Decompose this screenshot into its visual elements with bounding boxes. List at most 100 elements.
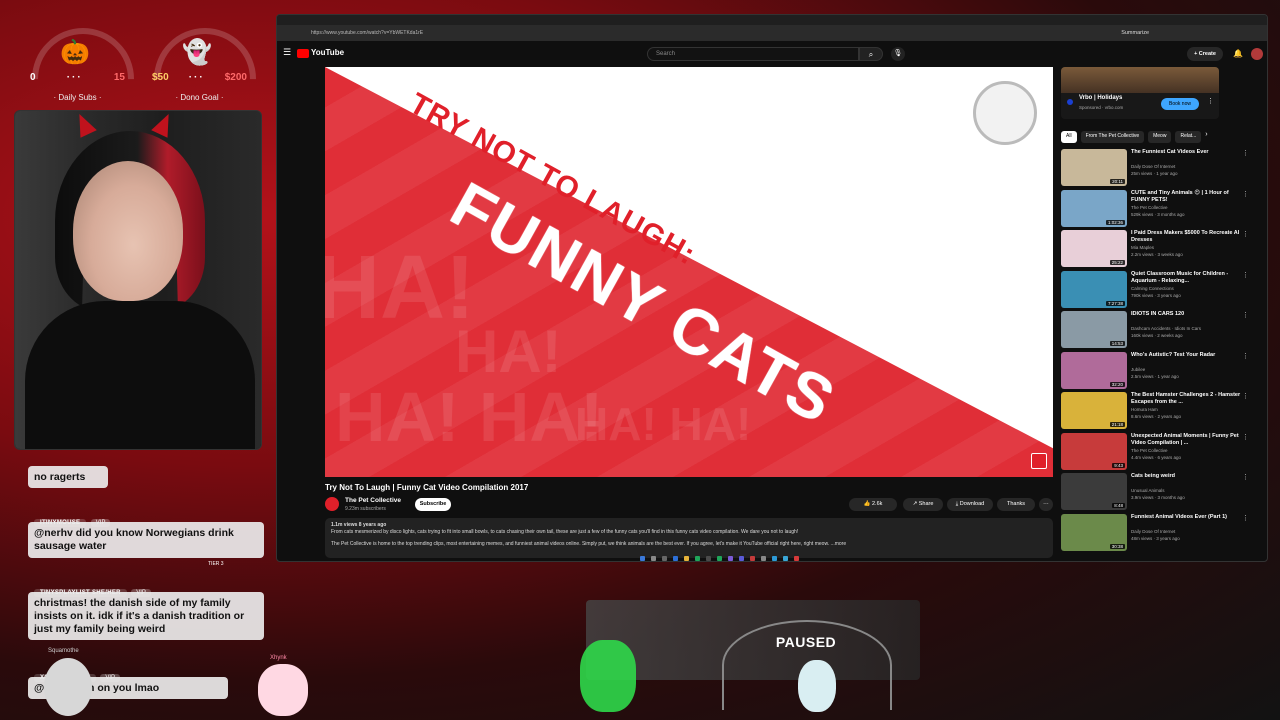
recommendation-channel[interactable]: Dashcam Accidents · Idiots In Cars xyxy=(1131,326,1249,331)
recommendation-item[interactable]: 21:18 The Best Hamster Challenges 2 - Ham… xyxy=(1061,392,1261,430)
recommendation-channel[interactable]: Jubilee xyxy=(1131,367,1249,372)
goal-start: $50 xyxy=(152,72,169,83)
kebab-icon[interactable]: ⋮ xyxy=(1242,352,1249,360)
recommendation-title[interactable]: CUTE and Tiny Animals 😍 | 1 Hour of FUNN… xyxy=(1131,190,1249,204)
like-icon: 👍 xyxy=(863,501,872,507)
app-icon[interactable] xyxy=(750,556,755,561)
video-thumbnail[interactable]: 30:38 xyxy=(1061,513,1127,551)
kebab-icon[interactable]: ⋮ xyxy=(1242,473,1249,481)
share-button[interactable]: ↗ Share xyxy=(903,498,943,511)
sponsored-ad[interactable]: Vrbo | Holidays Sponsored · vrbo.com Boo… xyxy=(1061,67,1219,119)
start-icon[interactable] xyxy=(640,556,645,561)
channel-name[interactable]: The Pet Collective xyxy=(345,497,401,504)
book-now-button[interactable]: Book now xyxy=(1161,98,1199,110)
mic-icon[interactable]: 🎙 xyxy=(891,47,905,61)
kebab-icon[interactable]: ⋮ xyxy=(1242,514,1249,522)
search-icon[interactable]: ⌕ xyxy=(859,47,883,61)
recommendation-item[interactable]: 25:22 I Paid Dress Makers $5000 To Recrea… xyxy=(1061,230,1261,268)
recommendation-title[interactable]: Who's Autistic? Test Your Radar xyxy=(1131,352,1249,359)
thanks-button[interactable]: Thanks xyxy=(997,498,1035,511)
kebab-icon[interactable]: ⋮ xyxy=(1242,230,1249,238)
video-thumbnail[interactable]: 7:27:38 xyxy=(1061,270,1127,308)
taskview-icon[interactable] xyxy=(662,556,667,561)
bell-icon[interactable]: 🔔 xyxy=(1233,49,1243,58)
recommendation-title[interactable]: Cats being weird xyxy=(1131,473,1249,480)
address-bar[interactable]: https://www.youtube.com/watch?v=YbWETKda… xyxy=(277,25,1267,41)
channel-watermark-icon[interactable] xyxy=(1031,453,1047,469)
video-duration: 8:48 xyxy=(1112,503,1125,508)
video-thumbnail[interactable]: 9:43 xyxy=(1061,432,1127,470)
youtube-logo[interactable]: YouTube xyxy=(311,48,344,57)
kebab-icon[interactable]: ⋮ xyxy=(1207,97,1214,105)
recommendation-channel[interactable]: The Pet Collective xyxy=(1131,205,1249,210)
like-button[interactable]: 👍 2.6k xyxy=(849,498,897,511)
recommendation-title[interactable]: IDIOTS IN CARS 120 xyxy=(1131,311,1249,318)
recommendation-item[interactable]: 20:11 The Funniest Cat Videos Ever Daily D… xyxy=(1061,149,1261,187)
chip-related[interactable]: Relat... xyxy=(1175,131,1202,143)
youtube-logo-icon[interactable] xyxy=(297,49,309,58)
recommendation-title[interactable]: I Paid Dress Makers $5000 To Recreate AI… xyxy=(1131,230,1249,244)
app-icon[interactable] xyxy=(706,556,711,561)
summarize-button[interactable]: Summarize xyxy=(1121,30,1149,36)
recommendation-item[interactable]: 7:27:38 Quiet Classroom Music for Childre… xyxy=(1061,270,1261,309)
download-button[interactable]: ⤓ Download xyxy=(947,498,993,511)
recommendation-item[interactable]: 8:48 Cats being weird Unusual Animals 3.9m … xyxy=(1061,473,1261,511)
app-icon[interactable] xyxy=(695,556,700,561)
video-thumbnail[interactable]: 25:22 xyxy=(1061,230,1127,267)
menu-icon[interactable]: ☰ xyxy=(283,47,291,58)
subscribe-button[interactable]: Subscribe xyxy=(415,498,451,511)
search-input[interactable]: Search xyxy=(647,47,859,61)
create-button[interactable]: + Create xyxy=(1187,47,1223,61)
app-icon[interactable] xyxy=(739,556,744,561)
search-taskbar-icon[interactable] xyxy=(651,556,656,561)
recommendation-title[interactable]: The Best Hamster Challenges 2 - Hamster … xyxy=(1131,392,1249,406)
app-icon[interactable] xyxy=(717,556,722,561)
recommendation-item[interactable]: 14:53 IDIOTS IN CARS 120 Dashcam Accidents… xyxy=(1061,311,1261,349)
kebab-icon[interactable]: ⋮ xyxy=(1242,311,1249,319)
kebab-icon[interactable]: ⋮ xyxy=(1242,149,1249,157)
recommendation-item[interactable]: 32:20 Who's Autistic? Test Your Radar Jubi… xyxy=(1061,351,1261,390)
chip-all[interactable]: All xyxy=(1061,131,1077,143)
kebab-icon[interactable]: ⋮ xyxy=(1242,392,1249,400)
recommendation-channel[interactable]: Calming Connections xyxy=(1131,286,1249,291)
recommendation-channel[interactable]: Unusual Animals xyxy=(1131,488,1249,493)
app-icon[interactable] xyxy=(794,556,799,561)
kebab-icon[interactable]: ⋮ xyxy=(1242,190,1249,198)
video-thumbnail[interactable]: 1:02:36 xyxy=(1061,189,1127,227)
url-text[interactable]: https://www.youtube.com/watch?v=YbWETKda… xyxy=(311,30,423,36)
avatar[interactable] xyxy=(1251,48,1263,60)
recommendation-title[interactable]: Quiet Classroom Music for Children - Aqu… xyxy=(1131,271,1249,285)
channel-avatar[interactable] xyxy=(325,497,339,511)
video-player[interactable]: HA! HA! HA! HA! HA! HA! TRY NOT TO LAUGH… xyxy=(325,67,1053,477)
chevron-right-icon[interactable]: › xyxy=(1205,131,1207,143)
app-icon[interactable] xyxy=(761,556,766,561)
recommendation-channel[interactable]: The Pet Collective xyxy=(1131,448,1249,453)
video-thumbnail[interactable]: 21:18 xyxy=(1061,392,1127,429)
video-thumbnail[interactable]: 8:48 xyxy=(1061,473,1127,510)
chip-meow[interactable]: Meow xyxy=(1148,131,1172,143)
recommendation-channel[interactable]: Daily Dose Of Internet xyxy=(1131,529,1249,534)
app-icon[interactable] xyxy=(673,556,678,561)
recommendation-channel[interactable]: Mia Maples xyxy=(1131,245,1249,250)
tab-strip[interactable] xyxy=(277,15,1267,25)
recommendation-item[interactable]: 30:38 Funniest Animal Videos Ever (Part 1… xyxy=(1061,513,1261,552)
recommendation-channel[interactable]: Daily Dose Of Internet xyxy=(1131,164,1249,169)
recommendation-item[interactable]: 9:43 Unexpected Animal Moments | Funny Pe… xyxy=(1061,432,1261,471)
app-icon[interactable] xyxy=(728,556,733,561)
more-icon[interactable]: ⋯ xyxy=(1039,498,1053,511)
recommendation-title[interactable]: Unexpected Animal Moments | Funny Pet Vi… xyxy=(1131,433,1249,447)
recommendation-channel[interactable]: Homura Ham xyxy=(1131,407,1249,412)
video-thumbnail[interactable]: 14:53 xyxy=(1061,311,1127,348)
video-thumbnail[interactable]: 20:11 xyxy=(1061,149,1127,186)
app-icon[interactable] xyxy=(772,556,777,561)
kebab-icon[interactable]: ⋮ xyxy=(1242,271,1249,279)
app-icon[interactable] xyxy=(783,556,788,561)
video-description[interactable]: 1.1m views 8 years ago From cats mesmeri… xyxy=(325,518,1053,558)
recommendation-title[interactable]: The Funniest Cat Videos Ever xyxy=(1131,149,1249,156)
kebab-icon[interactable]: ⋮ xyxy=(1242,433,1249,441)
video-thumbnail[interactable]: 32:20 xyxy=(1061,351,1127,389)
folder-icon[interactable] xyxy=(684,556,689,561)
chip-from-channel[interactable]: From The Pet Collective xyxy=(1080,131,1145,143)
recommendation-item[interactable]: 1:02:36 CUTE and Tiny Animals 😍 | 1 Hour … xyxy=(1061,189,1261,228)
recommendation-title[interactable]: Funniest Animal Videos Ever (Part 1) xyxy=(1131,514,1249,521)
